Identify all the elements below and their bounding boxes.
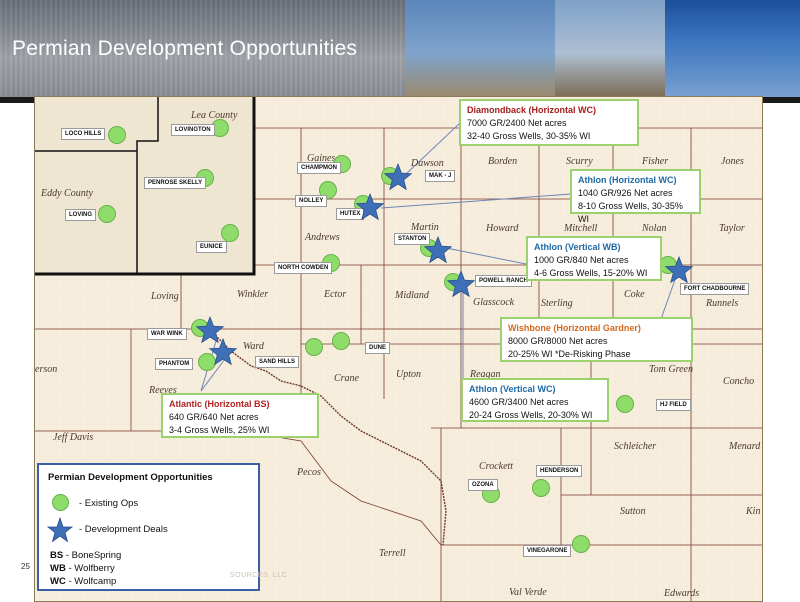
page-number: 25	[21, 562, 30, 571]
callout-acres: 8000 GR/8000 Net acres	[508, 336, 608, 346]
company-watermark: SOURCES, LLC	[230, 572, 288, 579]
slide-header: Permian Development Opportunities	[0, 0, 800, 97]
development-deal-star[interactable]	[195, 315, 225, 344]
drilling-rig-photo	[665, 0, 800, 97]
callout-atlantic: Atlantic (Horizontal BS) 640 GR/640 Net …	[161, 393, 319, 438]
existing-ops-icon	[52, 494, 69, 511]
slide-title: Permian Development Opportunities	[12, 37, 358, 60]
callout-acres: 4600 GR/3400 Net acres	[469, 397, 569, 407]
callout-wells: 4-6 Gross Wells, 15-20% WI	[534, 268, 648, 278]
callout-wells: 20-24 Gross Wells, 20-30% WI	[469, 410, 593, 420]
callout-acres: 7000 GR/2400 Net acres	[467, 118, 567, 128]
callout-acres: 640 GR/640 Net acres	[169, 412, 259, 422]
development-deal-star[interactable]	[664, 255, 694, 284]
development-deal-star[interactable]	[423, 235, 453, 264]
callout-title: Atlantic (Horizontal BS)	[169, 399, 270, 409]
callout-acres: 1040 GR/926 Net acres	[578, 188, 673, 198]
legend-abbr-wb: WB - Wolfberry	[50, 563, 115, 574]
callout-wells: 32-40 Gross Wells, 30-35% WI	[467, 131, 591, 141]
callout-acres: 1000 GR/840 Net acres	[534, 255, 629, 265]
callout-wells: 8-10 Gross Wells, 30-35% WI	[578, 201, 683, 224]
callout-wells: 20-25% WI *De-Risking Phase	[508, 349, 631, 359]
legend-existing-ops: - Existing Ops	[79, 498, 139, 509]
callout-wishbone: Wishbone (Horizontal Gardner) 8000 GR/80…	[500, 317, 693, 362]
legend-development-deals: - Development Deals	[79, 524, 168, 535]
callout-title: Athlon (Vertical WB)	[534, 242, 621, 252]
callout-title: Athlon (Vertical WC)	[469, 384, 556, 394]
callout-athlon-vertical-wb: Athlon (Vertical WB) 1000 GR/840 Net acr…	[526, 236, 662, 281]
development-deal-star[interactable]	[383, 162, 413, 191]
callout-diamondback: Diamondback (Horizontal WC) 7000 GR/2400…	[459, 99, 639, 146]
callout-wells: 3-4 Gross Wells, 25% WI	[169, 425, 270, 435]
oil-rig-worker-photo	[405, 0, 555, 97]
legend-abbr-bs: BS - BoneSpring	[50, 550, 122, 561]
development-deal-star-icon	[47, 517, 73, 543]
legend-abbr-wc: WC - Wolfcamp	[50, 576, 117, 587]
callout-title: Diamondback (Horizontal WC)	[467, 105, 597, 115]
callout-title: Wishbone (Horizontal Gardner)	[508, 323, 641, 333]
callout-title: Athlon (Horizontal WC)	[578, 175, 677, 185]
callout-athlon-vertical-wc: Athlon (Vertical WC) 4600 GR/3400 Net ac…	[461, 378, 609, 422]
legend-title: Permian Development Opportunities	[48, 472, 213, 483]
development-deal-star[interactable]	[446, 269, 476, 298]
development-deal-star[interactable]	[355, 192, 385, 221]
development-deal-star[interactable]	[208, 337, 238, 366]
refinery-photo	[555, 0, 665, 97]
callout-athlon-horizontal-wc: Athlon (Horizontal WC) 1040 GR/926 Net a…	[570, 169, 701, 224]
map-legend: Permian Development Opportunities - Exis…	[37, 463, 260, 591]
